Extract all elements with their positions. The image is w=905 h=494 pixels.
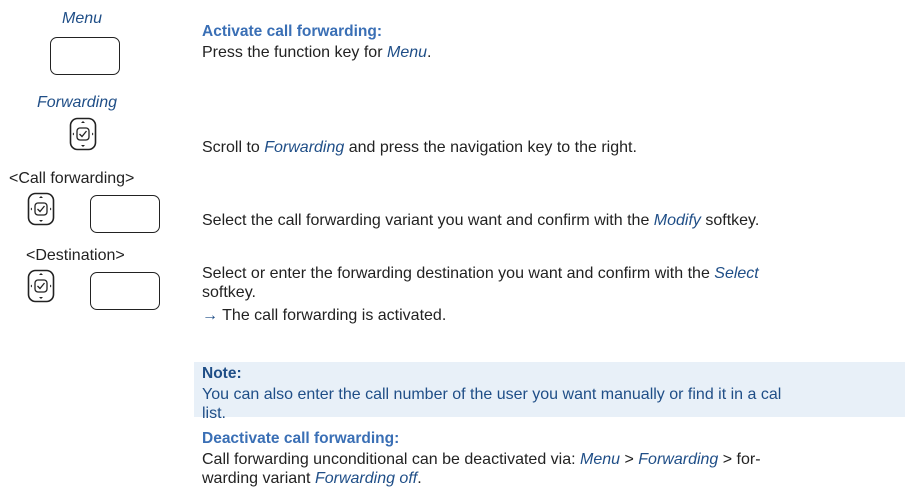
deactivate-sep1: > [620, 451, 639, 468]
deactivate-line1: Call forwarding unconditional can be dea… [202, 451, 761, 469]
note-title: Note: [202, 365, 242, 382]
step1-text-post: . [427, 44, 432, 61]
call-forwarding-menu-label: <Call forwarding> [9, 170, 135, 187]
step1-text: Press the function key for Menu. [202, 44, 431, 62]
deactivate-text-pre: Call forwarding unconditional can be dea… [202, 451, 581, 468]
step3-modify-ref: Modify [653, 212, 701, 229]
deactivate-line2-pre: warding variant [202, 470, 315, 487]
deactivate-line2: warding variant Forwarding off. [202, 470, 422, 488]
result-text: The call forwarding is activated. [222, 307, 447, 324]
step4-text-line1: Select or enter the forwarding destinati… [202, 265, 759, 283]
step4-select-ref: Select [714, 265, 759, 282]
deactivate-forwarding-ref: Forwarding [638, 451, 719, 468]
destination-menu-label: <Destination> [26, 247, 125, 264]
deactivate-line2-post: . [417, 470, 422, 487]
manual-page: Menu Forwarding <Call forwarding> <Desti… [0, 0, 905, 494]
deactivate-heading: Deactivate call forwarding: [202, 430, 400, 447]
deactivate-menu-ref: Menu [580, 451, 621, 468]
step2-text-post: and press the navigation key to the righ… [344, 139, 637, 156]
note-line2: list. [202, 405, 226, 422]
select-softkey-icon [90, 272, 160, 310]
activate-heading: Activate call forwarding: [202, 23, 383, 40]
step3-text: Select the call forwarding variant you w… [202, 212, 759, 230]
step4-text-line2: softkey. [202, 284, 256, 301]
step2-text-pre: Scroll to [202, 139, 265, 156]
menu-function-key-icon [50, 37, 120, 75]
arrow-right-icon: → [202, 307, 218, 324]
navigation-key-icon [27, 192, 55, 226]
navigation-key-icon [27, 269, 55, 303]
step2-forwarding-ref: Forwarding [264, 139, 345, 156]
menu-key-label: Menu [62, 10, 103, 27]
modify-softkey-icon [90, 195, 160, 233]
note-line1: You can also enter the call number of th… [202, 386, 782, 403]
step2-text: Scroll to Forwarding and press the navig… [202, 139, 637, 157]
forwarding-off-ref: Forwarding off [314, 470, 418, 487]
step4-text-pre: Select or enter the forwarding destinati… [202, 265, 715, 282]
step1-menu-ref: Menu [386, 44, 428, 61]
forwarding-key-label: Forwarding [37, 94, 118, 111]
result-line: → The call forwarding is activated. [202, 307, 446, 325]
step1-text-pre: Press the function key for [202, 44, 387, 61]
step3-text-pre: Select the call forwarding variant you w… [202, 212, 654, 229]
navigation-key-icon [69, 117, 97, 151]
deactivate-sep2: > for- [718, 451, 761, 468]
step3-text-post: softkey. [700, 212, 760, 229]
